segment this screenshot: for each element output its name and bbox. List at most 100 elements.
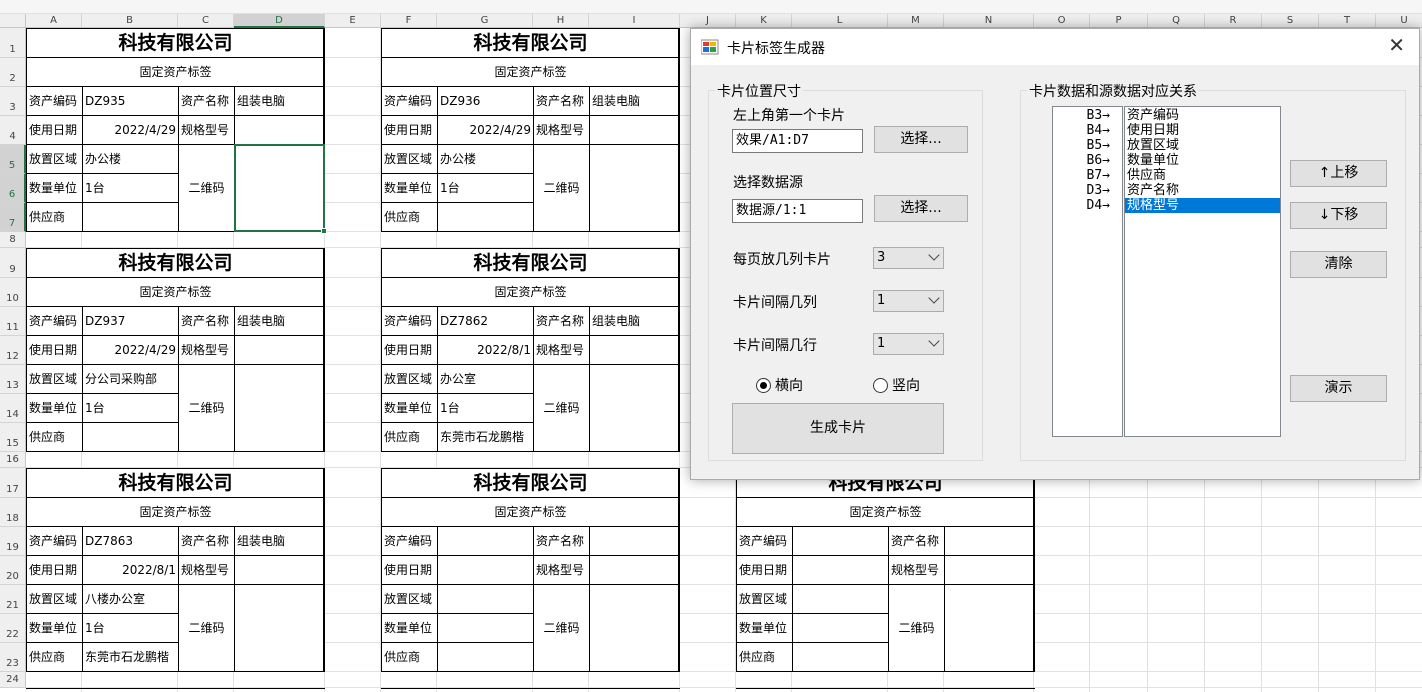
column-header[interactable]: E [325, 14, 381, 28]
horizontal-label: 横向 [775, 378, 803, 394]
card-label: 数量单位 [27, 174, 83, 203]
columns-per-page-select[interactable]: 3 [873, 247, 944, 269]
source-field-item[interactable]: 数量单位 [1125, 153, 1280, 168]
generate-cards-button[interactable]: 生成卡片 [732, 403, 944, 454]
target-cell-item[interactable]: B5→ [1053, 138, 1122, 153]
data-source-input[interactable]: 数据源/1:1 [732, 199, 863, 223]
qr-area [590, 365, 679, 452]
column-header[interactable]: T [1319, 14, 1376, 28]
card-subtitle: 固定资产标签 [737, 498, 1034, 527]
target-cell-item[interactable]: B7→ [1053, 168, 1122, 183]
source-field-item[interactable]: 规格型号 [1125, 198, 1280, 213]
target-cell-item[interactable]: B3→ [1053, 108, 1122, 123]
row-header[interactable]: 1 [0, 28, 26, 58]
source-field-item[interactable]: 使用日期 [1125, 123, 1280, 138]
qr-code-placeholder: 二维码 [534, 145, 590, 232]
selected-range[interactable] [234, 144, 327, 234]
column-header[interactable]: Q [1148, 14, 1205, 28]
select-first-card-button[interactable]: 选择... [874, 126, 968, 153]
target-cell-item[interactable]: B6→ [1053, 153, 1122, 168]
column-header[interactable]: R [1205, 14, 1262, 28]
row-header[interactable]: 15 [0, 423, 26, 452]
column-header[interactable]: G [437, 14, 533, 28]
select-data-source-button[interactable]: 选择... [874, 195, 968, 222]
card-label: 资产编码 [737, 527, 793, 556]
row-header[interactable]: 23 [0, 643, 26, 672]
horizontal-radio[interactable] [756, 378, 771, 393]
column-header[interactable]: B [82, 14, 178, 28]
column-header[interactable]: K [736, 14, 792, 28]
card-value [438, 585, 534, 614]
row-gap-select[interactable]: 1 [873, 333, 944, 355]
move-down-button[interactable]: ↓下移 [1290, 202, 1387, 229]
column-header[interactable]: H [533, 14, 589, 28]
row-header[interactable]: 12 [0, 336, 26, 365]
card-value: 组装电脑 [235, 307, 324, 336]
select-all-corner[interactable] [0, 14, 26, 28]
column-header[interactable]: L [792, 14, 888, 28]
row-header[interactable]: 18 [0, 498, 26, 527]
column-header[interactable]: A [26, 14, 82, 28]
data-source-label: 选择数据源 [733, 175, 803, 191]
row-header[interactable]: 7 [0, 203, 26, 232]
move-up-button[interactable]: ↑上移 [1290, 160, 1387, 187]
target-cell-item[interactable]: D3→ [1053, 183, 1122, 198]
row-header[interactable]: 4 [0, 116, 26, 145]
column-header[interactable]: P [1090, 14, 1148, 28]
row-header[interactable]: 10 [0, 278, 26, 307]
row-header[interactable]: 24 [0, 672, 26, 688]
row-header[interactable]: 11 [0, 307, 26, 336]
source-field-item[interactable]: 放置区域 [1125, 138, 1280, 153]
first-card-input[interactable]: 效果/A1:D7 [732, 129, 863, 153]
source-field-list[interactable]: 资产编码 使用日期 放置区域 数量单位 供应商 资产名称 规格型号 [1124, 106, 1281, 437]
fill-handle[interactable] [321, 228, 327, 234]
row-header[interactable]: 5 [0, 145, 26, 174]
vertical-radio[interactable] [873, 378, 888, 393]
card-label: 放置区域 [382, 365, 438, 394]
column-header[interactable]: C [178, 14, 234, 28]
col-gap-select[interactable]: 1 [873, 290, 944, 312]
card-value: 办公室 [438, 365, 534, 394]
demo-button[interactable]: 演示 [1290, 375, 1387, 402]
row-header[interactable]: 21 [0, 585, 26, 614]
card-value [945, 527, 1034, 556]
row-header[interactable]: 9 [0, 248, 26, 278]
qr-area [945, 585, 1034, 672]
card-value [590, 116, 679, 145]
col-gap-label: 卡片间隔几列 [733, 295, 817, 311]
qr-area [235, 365, 324, 452]
source-field-item[interactable]: 资产编码 [1125, 108, 1280, 123]
row-header[interactable]: 6 [0, 174, 26, 203]
column-header[interactable]: J [680, 14, 736, 28]
column-header[interactable]: N [944, 14, 1034, 28]
target-cell-item[interactable]: B4→ [1053, 123, 1122, 138]
column-header[interactable]: I [589, 14, 680, 28]
target-cell-list[interactable]: B3→ B4→ B5→ B6→ B7→ D3→ D4→ [1052, 106, 1123, 437]
row-header[interactable]: 13 [0, 365, 26, 394]
row-header[interactable]: 3 [0, 87, 26, 116]
qr-area [235, 585, 324, 672]
row-header[interactable]: 19 [0, 527, 26, 556]
column-header[interactable]: F [381, 14, 437, 28]
row-header[interactable]: 8 [0, 232, 26, 248]
column-header[interactable]: U [1376, 14, 1422, 28]
column-header[interactable]: S [1262, 14, 1319, 28]
column-header[interactable]: D [234, 14, 325, 28]
column-header[interactable]: M [888, 14, 944, 28]
qr-code-placeholder: 二维码 [534, 585, 590, 672]
clear-button[interactable]: 清除 [1290, 251, 1387, 278]
source-field-item[interactable]: 资产名称 [1125, 183, 1280, 198]
row-header[interactable]: 14 [0, 394, 26, 423]
dialog-titlebar[interactable]: 卡片标签生成器 ✕ [691, 29, 1419, 65]
row-header[interactable]: 17 [0, 468, 26, 498]
source-field-item[interactable]: 供应商 [1125, 168, 1280, 183]
row-header[interactable]: 2 [0, 58, 26, 87]
card-label: 数量单位 [382, 394, 438, 423]
column-header[interactable]: O [1034, 14, 1090, 28]
close-icon[interactable]: ✕ [1388, 35, 1405, 55]
row-header[interactable]: 22 [0, 614, 26, 643]
row-header[interactable]: 20 [0, 556, 26, 585]
row-header[interactable]: 16 [0, 452, 26, 468]
card-value [590, 527, 679, 556]
target-cell-item[interactable]: D4→ [1053, 198, 1122, 213]
